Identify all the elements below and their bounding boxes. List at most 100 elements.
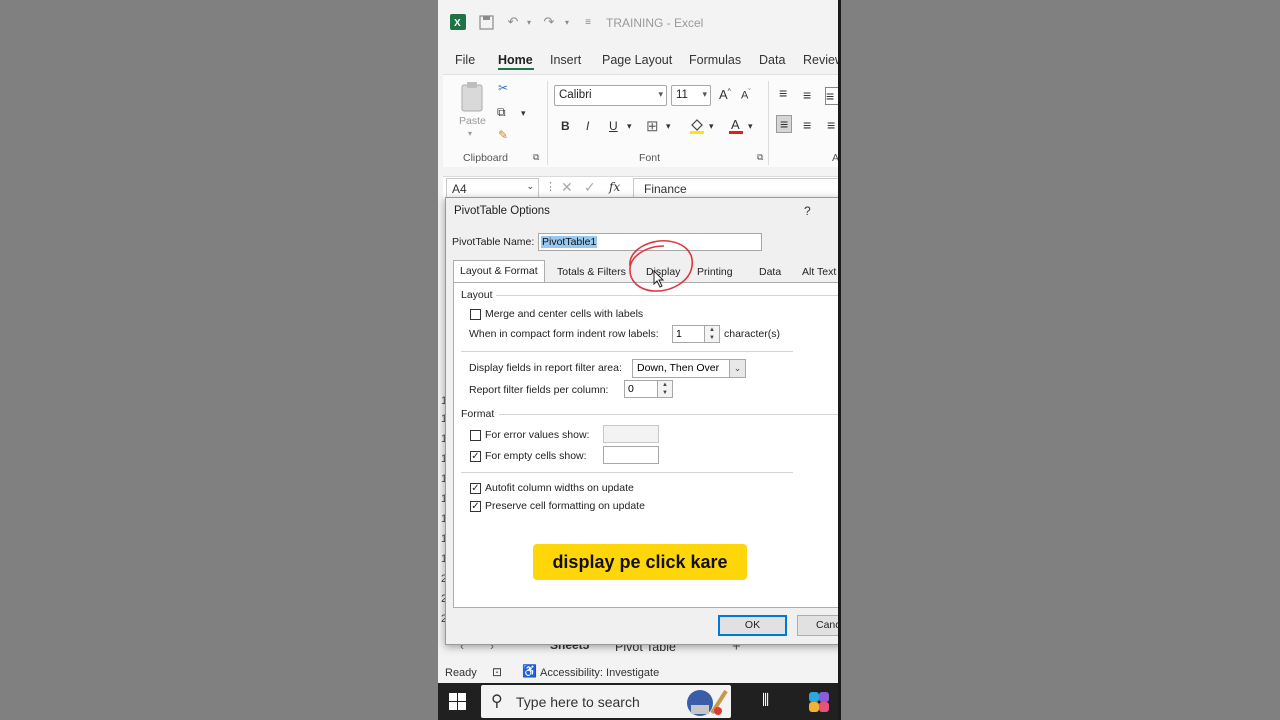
tab-data[interactable]: Data	[759, 262, 781, 282]
taskbar-search-box[interactable]: ⚲ Type here to search	[481, 685, 731, 718]
copy-icon[interactable]: ⧉	[497, 105, 506, 120]
empty-cells-checkbox[interactable]: ✓	[470, 451, 481, 462]
spinner-arrows-icon[interactable]: ▲ ▼	[704, 326, 719, 342]
empty-cells-label[interactable]: For empty cells show:	[485, 450, 587, 462]
formula-bar: A4 ⌄ ⋮ ✕ ✓ fx Finance	[443, 176, 840, 199]
windows-taskbar: ⚲ Type here to search ⫴	[438, 683, 840, 720]
chevron-down-icon[interactable]: ⌄	[729, 360, 745, 377]
ribbon: Paste ▾ ✂ ⧉ ▾ ✎ Clipboard ⧉ Calibri ▾ 11 ▾…	[443, 74, 840, 167]
underline-button[interactable]: U	[609, 119, 618, 133]
autofit-label[interactable]: Autofit column widths on update	[485, 482, 634, 494]
excel-logo-icon: X	[450, 14, 466, 30]
cricket-helmet-icon	[684, 687, 728, 720]
task-view-icon[interactable]: ⫴	[762, 691, 769, 711]
font-launcher-icon[interactable]: ⧉	[757, 152, 763, 163]
bold-button[interactable]: B	[561, 119, 570, 133]
tab-layout-format[interactable]: Layout & Format	[453, 260, 545, 282]
font-color-glyph: A	[731, 117, 740, 132]
align-middle-icon[interactable]: ≡	[803, 87, 811, 103]
borders-icon[interactable]: ⊞	[646, 117, 659, 135]
shrink-font-button[interactable]: Aˇ	[741, 89, 751, 102]
ribbon-separator	[547, 81, 548, 165]
paste-label[interactable]: Paste	[459, 115, 486, 127]
align-left-icon[interactable]: ≡	[776, 115, 793, 133]
error-values-label[interactable]: For error values show:	[485, 429, 589, 441]
cut-icon[interactable]: ✂	[498, 81, 508, 95]
tab-insert[interactable]: Insert	[550, 53, 581, 67]
ok-button[interactable]: OK	[718, 615, 787, 636]
tab-review[interactable]: Review	[803, 53, 840, 67]
tab-home[interactable]: Home	[498, 53, 533, 67]
align-top-icon[interactable]: ≡	[779, 85, 787, 101]
clipboard-group-label: Clipboard	[463, 152, 508, 164]
font-size-select[interactable]: 11 ▾	[671, 85, 711, 106]
spinner-arrows-icon[interactable]: ▲ ▼	[657, 381, 672, 397]
italic-button[interactable]: I	[586, 119, 589, 133]
grow-font-label: A	[719, 87, 728, 102]
insert-function-icon[interactable]: fx	[609, 180, 620, 194]
customize-toolbar-icon[interactable]: ≡	[580, 14, 596, 30]
font-name-select[interactable]: Calibri ▾	[554, 85, 667, 106]
redo-dropdown-icon[interactable]: ▾	[559, 14, 575, 30]
accessibility-icon[interactable]: ♿	[522, 664, 537, 678]
windows-start-icon[interactable]	[449, 693, 466, 715]
empty-cells-input[interactable]	[603, 446, 659, 464]
cancel-button[interactable]: Canc	[797, 615, 840, 636]
help-button[interactable]: ?	[804, 204, 811, 218]
font-color-icon[interactable]: A	[728, 117, 744, 140]
filter-area-select[interactable]: Down, Then Over ⌄	[632, 359, 746, 378]
copilot-icon[interactable]	[808, 691, 830, 718]
format-section-heading: Format	[461, 408, 495, 420]
preserve-formatting-checkbox[interactable]: ✓	[470, 501, 481, 512]
tab-page-layout[interactable]: Page Layout	[602, 53, 672, 67]
error-values-checkbox[interactable]	[470, 430, 481, 441]
cancel-entry-icon[interactable]: ✕	[561, 179, 573, 196]
name-box-value: A4	[452, 182, 467, 196]
status-bar: Ready ⊡ ♿ Accessibility: Investigate	[438, 661, 840, 683]
preserve-formatting-label[interactable]: Preserve cell formatting on update	[485, 500, 645, 512]
indent-label: When in compact form indent row labels:	[469, 328, 659, 340]
grow-font-button[interactable]: A^	[719, 87, 731, 102]
macro-record-icon[interactable]: ⊡	[492, 665, 502, 679]
align-right-icon[interactable]: ≡	[827, 117, 835, 133]
tab-formulas[interactable]: Formulas	[689, 53, 741, 67]
tab-data[interactable]: Data	[759, 53, 785, 67]
redo-icon[interactable]: ↷	[541, 14, 557, 30]
tab-alt-text[interactable]: Alt Text	[802, 262, 836, 282]
underline-dropdown-icon[interactable]: ▾	[627, 121, 632, 132]
indent-unit-label: character(s)	[724, 328, 781, 340]
clipboard-launcher-icon[interactable]: ⧉	[533, 152, 539, 163]
paste-dropdown-icon[interactable]: ▾	[468, 129, 472, 138]
undo-dropdown-icon[interactable]: ▾	[521, 14, 537, 30]
formula-input[interactable]: Finance	[633, 178, 840, 198]
undo-icon[interactable]: ↶	[505, 14, 521, 30]
align-center-icon[interactable]: ≡	[803, 117, 811, 133]
indent-spinner[interactable]: 1 ▲ ▼	[672, 325, 720, 343]
font-color-dropdown-icon[interactable]: ▾	[748, 121, 753, 132]
merge-center-label[interactable]: Merge and center cells with labels	[485, 308, 643, 320]
more-options-icon[interactable]: ⋮	[545, 180, 556, 193]
tab-file[interactable]: File	[455, 53, 475, 67]
fill-color-icon[interactable]	[689, 117, 705, 140]
filter-per-column-spinner[interactable]: 0 ▲ ▼	[624, 380, 673, 398]
error-values-input[interactable]	[603, 425, 659, 443]
tab-totals-filters[interactable]: Totals & Filters	[557, 262, 626, 282]
borders-dropdown-icon[interactable]: ▾	[666, 121, 671, 132]
merge-center-checkbox[interactable]	[470, 309, 481, 320]
accessibility-status[interactable]: Accessibility: Investigate	[540, 667, 659, 679]
format-painter-icon[interactable]: ✎	[498, 128, 508, 142]
paste-icon[interactable]	[459, 81, 487, 118]
filter-per-column-label: Report filter fields per column:	[469, 384, 609, 396]
autofit-checkbox[interactable]: ✓	[470, 483, 481, 494]
filter-area-value: Down, Then Over	[637, 362, 720, 374]
video-caption: display pe click kare	[533, 544, 747, 580]
save-icon[interactable]	[478, 14, 494, 30]
chevron-down-icon: ⌄	[526, 181, 534, 191]
name-box[interactable]: A4 ⌄	[446, 178, 539, 198]
copy-dropdown-icon[interactable]: ▾	[521, 108, 526, 119]
active-tab-indicator	[498, 68, 534, 70]
fill-color-dropdown-icon[interactable]: ▾	[709, 121, 714, 132]
tab-printing[interactable]: Printing	[697, 262, 733, 282]
confirm-entry-icon[interactable]: ✓	[584, 179, 596, 196]
svg-text:X: X	[454, 18, 461, 29]
